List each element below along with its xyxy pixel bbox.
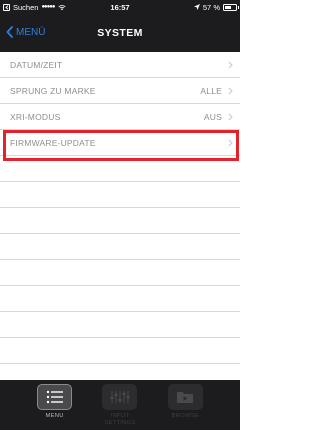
- row-label: FIRMWARE-UPDATE: [10, 137, 96, 148]
- row-datum-zeit[interactable]: DATUM/ZEIT: [0, 52, 240, 78]
- signal-strength-icon: ●●●●●: [41, 4, 55, 10]
- tab-browse[interactable]: BROWSE: [159, 384, 211, 420]
- row-sprung-zu-marke[interactable]: SPRUNG ZU MARKE ALLE: [0, 78, 240, 104]
- status-bar: Suchen ●●●●● 16:57 57 %: [0, 0, 240, 14]
- tab-label: MENU: [45, 413, 64, 419]
- tab-input-settings[interactable]: INPUT SETTINGS: [94, 384, 146, 426]
- row-firmware-update[interactable]: FIRMWARE-UPDATE: [0, 130, 240, 156]
- row-label: SPRUNG ZU MARKE: [10, 85, 96, 96]
- tab-label: BROWSE: [171, 413, 200, 419]
- empty-row: [0, 182, 240, 208]
- row-value: AUS: [203, 111, 222, 122]
- tab-label: INPUT SETTINGS: [104, 413, 136, 426]
- chevron-right-icon: [228, 139, 233, 146]
- empty-row: [0, 156, 240, 182]
- chevron-right-icon: [228, 87, 233, 94]
- battery-level: [225, 5, 231, 9]
- tab-menu[interactable]: MENU: [29, 384, 81, 420]
- chevron-right-icon: [228, 61, 233, 68]
- battery-percent: 57 %: [202, 2, 220, 12]
- empty-row: [0, 312, 240, 338]
- chevron-left-icon: [6, 26, 13, 38]
- row-label: DATUM/ZEIT: [10, 59, 63, 70]
- empty-row: [0, 286, 240, 312]
- battery-icon: [223, 3, 239, 11]
- carrier-label: Suchen: [13, 2, 39, 12]
- row-label: XRI-MODUS: [10, 111, 61, 122]
- row-xri-modus[interactable]: XRI-MODUS AUS: [0, 104, 240, 130]
- mixer-sliders-icon: [102, 384, 138, 410]
- empty-row: [0, 208, 240, 234]
- row-value: ALLE: [200, 85, 222, 96]
- status-left: Suchen ●●●●●: [3, 3, 194, 12]
- status-right: 57 %: [193, 2, 239, 12]
- location-arrow-icon: [193, 4, 200, 10]
- wifi-icon: [57, 4, 66, 10]
- back-to-app-icon[interactable]: [3, 3, 10, 11]
- menu-list-icon: [37, 384, 73, 410]
- tab-bar: MENU INPUT SETTINGS BROWSE: [0, 380, 240, 430]
- navigation-bar: MENÜ SYSTEM: [0, 14, 240, 52]
- empty-row: [0, 338, 240, 364]
- chevron-right-icon: [228, 113, 233, 120]
- empty-row: [0, 234, 240, 260]
- settings-list: DATUM/ZEIT SPRUNG ZU MARKE ALLE XRI-MODU…: [0, 52, 240, 380]
- folder-play-icon: [167, 384, 203, 410]
- back-button-label: MENÜ: [16, 26, 46, 38]
- empty-row: [0, 260, 240, 286]
- back-button[interactable]: MENÜ: [6, 26, 45, 38]
